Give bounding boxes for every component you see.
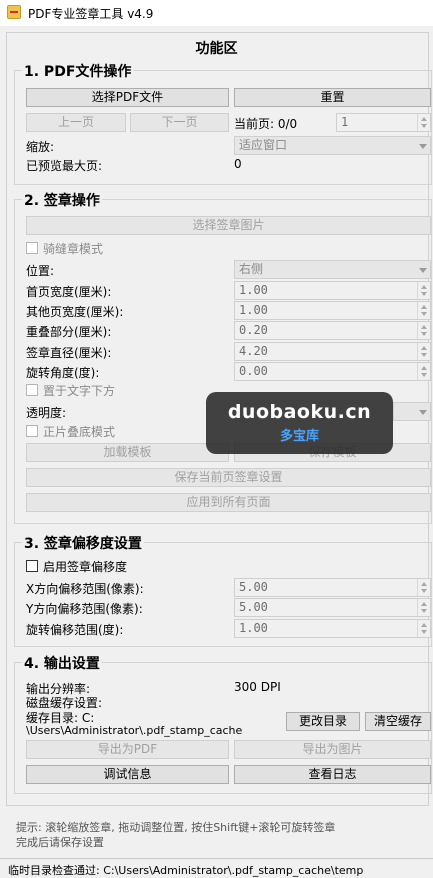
stamp-ops-title: 2. 签章操作	[22, 190, 102, 210]
cache-dir-path: \Users\Administrator\.pdf_stamp_cache	[26, 724, 243, 737]
first-width-value: 1.00	[239, 283, 268, 297]
change-dir-button[interactable]: 更改目录	[286, 712, 360, 731]
spin-arrows-icon[interactable]	[417, 579, 430, 596]
first-width-label: 首页宽度(厘米):	[26, 285, 112, 299]
zoom-select[interactable]: 适应窗口	[234, 136, 431, 155]
opacity-select[interactable]	[393, 402, 431, 421]
spin-arrows-icon[interactable]	[417, 363, 430, 380]
seam-mode-checkbox[interactable]	[26, 242, 38, 254]
max-preview-label: 已预览最大页:	[26, 159, 103, 173]
zoom-label: 缩放:	[26, 140, 55, 154]
page-spinbox[interactable]: 1	[336, 113, 431, 132]
offset-title: 3. 签章偏移度设置	[22, 533, 144, 553]
prev-page-button[interactable]: 上一页	[26, 113, 126, 132]
position-label: 位置:	[26, 264, 55, 278]
status-bar: 临时目录检查通过: C:\Users\Administrator\.pdf_st…	[0, 858, 433, 877]
clear-cache-button[interactable]: 清空缓存	[365, 712, 431, 731]
spin-arrows-icon[interactable]	[417, 282, 430, 299]
next-page-button[interactable]: 下一页	[130, 113, 229, 132]
pdf-ops-title: 1. PDF文件操作	[22, 61, 134, 81]
diameter-spinbox[interactable]: 4.20	[234, 342, 431, 361]
dpi-value: 300 DPI	[234, 680, 281, 694]
below-text-checkbox[interactable]	[26, 384, 38, 396]
diameter-value: 4.20	[239, 344, 268, 358]
position-select[interactable]: 右侧	[234, 260, 431, 279]
hint-line-1: 提示: 滚轮缩放签章, 拖动调整位置, 按住Shift键+滚轮可旋转签章	[16, 821, 336, 834]
other-width-spinbox[interactable]: 1.00	[234, 301, 431, 320]
overlap-label: 重叠部分(厘米):	[26, 325, 112, 339]
page-spin-value: 1	[341, 115, 349, 129]
opacity-label: 透明度:	[26, 406, 67, 420]
spin-arrows-icon[interactable]	[417, 114, 430, 131]
overlap-value: 0.20	[239, 323, 268, 337]
status-text: 临时目录检查通过: C:\Users\Administrator\.pdf_st…	[8, 864, 364, 877]
other-width-label: 其他页宽度(厘米):	[26, 305, 124, 319]
x-offset-spinbox[interactable]: 5.00	[234, 578, 431, 597]
seam-mode-label: 骑缝章模式	[43, 242, 104, 256]
view-log-button[interactable]: 查看日志	[234, 765, 431, 784]
chevron-down-icon	[419, 144, 427, 149]
front-overlay-checkbox[interactable]	[26, 425, 38, 437]
y-offset-value: 5.00	[239, 600, 268, 614]
rot-offset-spinbox[interactable]: 1.00	[234, 619, 431, 638]
spin-arrows-icon[interactable]	[417, 322, 430, 339]
other-width-value: 1.00	[239, 303, 268, 317]
title-bar: PDF专业签章工具 v4.9	[0, 0, 433, 26]
position-select-value: 右侧	[239, 262, 264, 276]
y-offset-label: Y方向偏移范围(像素):	[26, 602, 143, 616]
export-pdf-button[interactable]: 导出为PDF	[26, 740, 229, 759]
apply-all-pages-button[interactable]: 应用到所有页面	[26, 493, 431, 512]
rotation-value: 0.00	[239, 364, 268, 378]
first-width-spinbox[interactable]: 1.00	[234, 281, 431, 300]
max-preview-value: 0	[234, 157, 242, 171]
current-page-label: 当前页: 0/0	[234, 117, 298, 131]
spin-arrows-icon[interactable]	[417, 620, 430, 637]
spin-arrows-icon[interactable]	[417, 302, 430, 319]
x-offset-label: X方向偏移范围(像素):	[26, 582, 144, 596]
enable-offset-label: 启用签章偏移度	[43, 560, 128, 574]
chevron-down-icon	[419, 268, 427, 273]
spin-arrows-icon[interactable]	[417, 599, 430, 616]
rot-offset-value: 1.00	[239, 621, 268, 635]
x-offset-value: 5.00	[239, 580, 268, 594]
app-icon	[7, 5, 21, 19]
rotation-label: 旋转角度(度):	[26, 366, 100, 380]
rotation-spinbox[interactable]: 0.00	[234, 362, 431, 381]
panel-title: 功能区	[195, 41, 238, 57]
select-stamp-image-button[interactable]: 选择签章图片	[26, 216, 431, 235]
save-current-page-button[interactable]: 保存当前页签章设置	[26, 468, 431, 487]
y-offset-spinbox[interactable]: 5.00	[234, 598, 431, 617]
front-overlay-label: 正片叠底模式	[43, 425, 116, 439]
enable-offset-checkbox[interactable]	[26, 560, 38, 572]
reset-button[interactable]: 重置	[234, 88, 431, 107]
below-text-label: 置于文字下方	[43, 384, 116, 398]
export-image-button[interactable]: 导出为图片	[234, 740, 431, 759]
watermark-sub: 多宝库	[279, 429, 319, 444]
output-title: 4. 输出设置	[22, 653, 102, 673]
spin-arrows-icon[interactable]	[417, 343, 430, 360]
watermark-overlay: duobaoku.cn 多宝库	[206, 392, 393, 454]
select-pdf-button[interactable]: 选择PDF文件	[26, 88, 229, 107]
diameter-label: 签章直径(厘米):	[26, 346, 112, 360]
load-template-button[interactable]: 加载模板	[26, 443, 229, 462]
chevron-down-icon	[419, 410, 427, 415]
watermark-main: duobaoku.cn	[227, 401, 372, 423]
overlap-spinbox[interactable]: 0.20	[234, 321, 431, 340]
debug-info-button[interactable]: 调试信息	[26, 765, 229, 784]
window-title: PDF专业签章工具 v4.9	[28, 7, 154, 21]
rot-offset-label: 旋转偏移范围(度):	[26, 623, 124, 637]
zoom-select-value: 适应窗口	[239, 138, 288, 152]
hint-line-2: 完成后请保存设置	[16, 836, 104, 849]
